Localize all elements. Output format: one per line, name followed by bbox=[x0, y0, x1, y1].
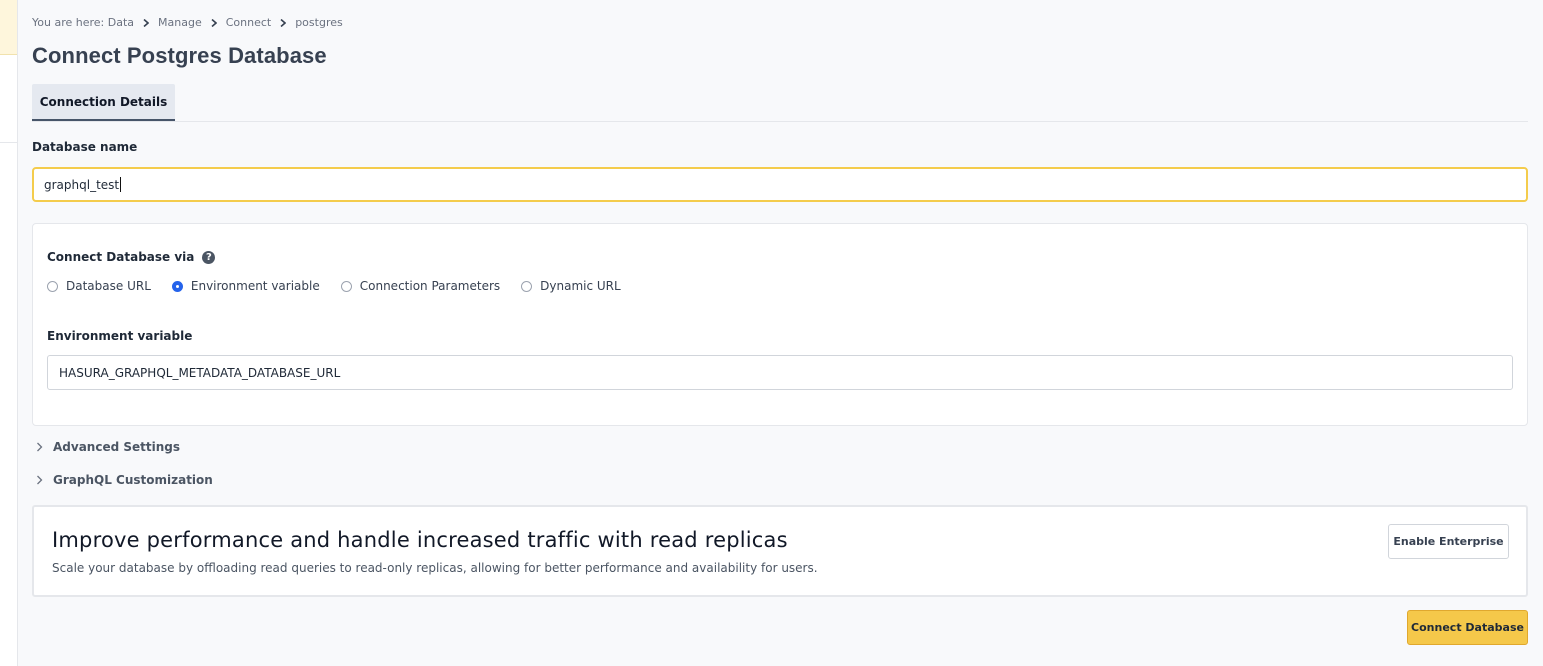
radio-dynamic-url[interactable]: Dynamic URL bbox=[521, 279, 621, 293]
advanced-settings-toggle[interactable]: Advanced Settings bbox=[36, 440, 180, 454]
promo-title: Improve performance and handle increased… bbox=[52, 528, 788, 552]
read-replicas-promo: Improve performance and handle increased… bbox=[32, 505, 1528, 597]
connect-via-label: Connect Database via bbox=[47, 250, 195, 264]
radio-button[interactable] bbox=[47, 280, 58, 292]
chevron-right-icon bbox=[37, 475, 43, 485]
radio-button[interactable] bbox=[340, 280, 352, 292]
radio-database-url[interactable]: Database URL bbox=[47, 279, 151, 293]
page-title: Connect Postgres Database bbox=[32, 43, 327, 68]
tab-connection-details[interactable]: Connection Details bbox=[32, 84, 175, 121]
radio-environment-variable[interactable]: Environment variable bbox=[171, 279, 320, 293]
radio-button[interactable] bbox=[521, 280, 533, 292]
sidebar-highlight bbox=[0, 0, 17, 55]
sidebar-divider bbox=[0, 142, 17, 143]
radio-label: Database URL bbox=[66, 279, 151, 293]
chevron-right-icon bbox=[280, 18, 287, 27]
environment-variable-input[interactable]: HASURA_GRAPHQL_METADATA_DATABASE_URL bbox=[47, 355, 1513, 390]
text-caret bbox=[120, 177, 122, 192]
breadcrumb-item-postgres: postgres bbox=[295, 16, 343, 29]
enable-enterprise-button[interactable]: Enable Enterprise bbox=[1388, 524, 1509, 559]
radio-label: Connection Parameters bbox=[359, 279, 501, 293]
tab-bar: Connection Details bbox=[32, 84, 1528, 122]
breadcrumb-item-manage[interactable]: Manage bbox=[158, 16, 202, 29]
question-circle-icon[interactable]: ? bbox=[202, 250, 216, 264]
graphql-customization-label: GraphQL Customization bbox=[53, 473, 213, 487]
environment-variable-value: HASURA_GRAPHQL_METADATA_DATABASE_URL bbox=[59, 365, 341, 380]
radio-connection-parameters[interactable]: Connection Parameters bbox=[340, 279, 501, 293]
chevron-right-icon bbox=[37, 442, 43, 452]
database-name-input[interactable]: graphql_test bbox=[32, 167, 1528, 202]
environment-variable-label: Environment variable bbox=[47, 329, 193, 343]
breadcrumb-item-data[interactable]: Data bbox=[108, 16, 134, 29]
breadcrumb: You are here: Data Manage Connect postgr… bbox=[32, 16, 343, 29]
database-name-value: graphql_test bbox=[44, 177, 120, 192]
advanced-settings-label: Advanced Settings bbox=[53, 440, 181, 454]
connect-database-button[interactable]: Connect Database bbox=[1407, 610, 1528, 645]
database-name-label: Database name bbox=[32, 140, 138, 154]
sidebar-edge bbox=[0, 0, 18, 666]
radio-label: Dynamic URL bbox=[540, 279, 621, 293]
connect-via-radio-group: Database URL Environment variable Connec… bbox=[47, 279, 642, 293]
breadcrumb-prefix: You are here: bbox=[32, 16, 105, 29]
chevron-right-icon bbox=[143, 18, 150, 27]
chevron-right-icon bbox=[211, 18, 217, 27]
breadcrumb-item-connect[interactable]: Connect bbox=[226, 16, 271, 29]
promo-description: Scale your database by offloading read q… bbox=[52, 561, 818, 575]
connect-via-card: Connect Database via ? Database URL Envi… bbox=[32, 223, 1528, 426]
graphql-customization-toggle[interactable]: GraphQL Customization bbox=[36, 473, 213, 487]
connect-via-header: Connect Database via ? bbox=[47, 250, 216, 264]
radio-label: Environment variable bbox=[190, 279, 320, 293]
radio-button-checked[interactable] bbox=[171, 280, 183, 292]
